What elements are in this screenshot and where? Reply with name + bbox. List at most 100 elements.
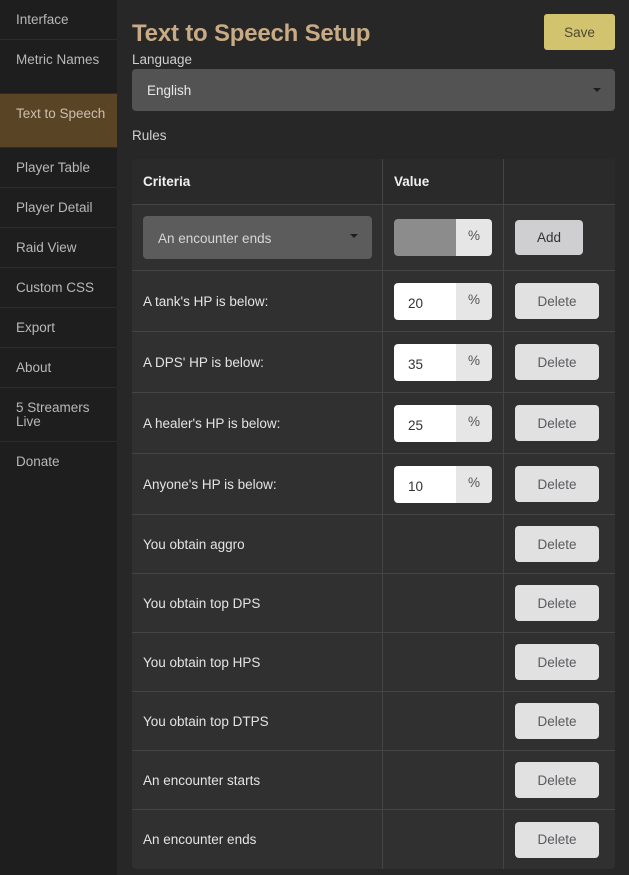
delete-rule-button[interactable]: Delete (515, 644, 599, 680)
sidebar-item-about[interactable]: About (0, 348, 117, 388)
criteria-cell: An encounter starts (132, 751, 383, 809)
value-cell (383, 574, 504, 632)
rules-label: Rules (132, 128, 167, 143)
table-row: You obtain top DPS Delete (132, 574, 615, 633)
rules-table: Criteria Value An encounter ends % Add A… (132, 159, 615, 869)
percent-suffix: % (456, 219, 492, 256)
table-row: Anyone's HP is below:% Delete (132, 454, 615, 515)
value-cell (383, 692, 504, 750)
action-cell: Delete (504, 454, 615, 514)
percent-suffix: % (456, 343, 492, 381)
sidebar-item-interface[interactable]: Interface (0, 0, 117, 40)
table-row: A healer's HP is below:% Delete (132, 393, 615, 454)
caret-down-icon (593, 88, 601, 92)
caret-down-icon (350, 234, 358, 238)
sidebar: Interface Metric Names Text to Speech Pl… (0, 0, 117, 875)
sidebar-item-donate[interactable]: Donate (0, 442, 117, 482)
criteria-text: You obtain top DPS (143, 595, 261, 611)
value-input-group: % (394, 282, 492, 320)
value-input-group: % (394, 404, 492, 442)
action-cell: Delete (504, 393, 615, 453)
criteria-select[interactable]: An encounter ends (143, 216, 372, 259)
criteria-selected-value: An encounter ends (158, 231, 272, 246)
table-row: You obtain top DTPS Delete (132, 692, 615, 751)
sidebar-item-raid-view[interactable]: Raid View (0, 228, 117, 268)
delete-rule-button[interactable]: Delete (515, 585, 599, 621)
action-cell: Delete (504, 574, 615, 632)
value-cell: % (383, 332, 504, 392)
value-cell: % (383, 271, 504, 331)
save-button[interactable]: Save (544, 14, 615, 50)
sidebar-item-custom-css[interactable]: Custom CSS (0, 268, 117, 308)
column-header-criteria: Criteria (132, 159, 383, 204)
percent-suffix: % (456, 282, 492, 320)
sidebar-item-player-table[interactable]: Player Table (0, 148, 117, 188)
page-title: Text to Speech Setup (132, 20, 371, 47)
delete-rule-button[interactable]: Delete (515, 821, 599, 858)
table-row: An encounter starts Delete (132, 751, 615, 810)
action-cell: Delete (504, 751, 615, 809)
criteria-text: A tank's HP is below: (143, 293, 269, 309)
delete-rule-button[interactable]: Delete (515, 762, 599, 798)
delete-rule-button[interactable]: Delete (515, 703, 599, 739)
value-input-group: % (394, 343, 492, 381)
new-rule-value-group: % (394, 219, 492, 256)
criteria-text: You obtain aggro (143, 536, 245, 552)
criteria-cell: You obtain top DPS (132, 574, 383, 632)
sidebar-item-metric-names[interactable]: Metric Names (0, 40, 117, 94)
value-input[interactable] (394, 343, 456, 381)
criteria-cell: A healer's HP is below: (132, 393, 383, 453)
value-cell: % (383, 393, 504, 453)
criteria-cell: A DPS' HP is below: (132, 332, 383, 392)
action-cell: Delete (504, 515, 615, 573)
language-select[interactable]: English (132, 69, 615, 111)
new-rule-criteria-cell: An encounter ends (132, 205, 383, 270)
value-cell (383, 810, 504, 869)
criteria-cell: You obtain aggro (132, 515, 383, 573)
percent-suffix: % (456, 404, 492, 442)
column-header-actions (504, 159, 615, 204)
language-selected-value: English (147, 83, 192, 98)
table-header: Criteria Value (132, 159, 615, 205)
new-rule-value-input[interactable] (394, 219, 456, 256)
value-cell (383, 515, 504, 573)
action-cell: Delete (504, 271, 615, 331)
delete-rule-button[interactable]: Delete (515, 526, 599, 562)
action-cell: Delete (504, 332, 615, 392)
criteria-text: An encounter starts (143, 772, 261, 788)
table-row: You obtain top HPS Delete (132, 633, 615, 692)
sidebar-item-export[interactable]: Export (0, 308, 117, 348)
criteria-cell: A tank's HP is below: (132, 271, 383, 331)
criteria-cell: Anyone's HP is below: (132, 454, 383, 514)
criteria-text: A DPS' HP is below: (143, 354, 264, 370)
delete-rule-button[interactable]: Delete (515, 344, 599, 380)
sidebar-item-text-to-speech[interactable]: Text to Speech (0, 94, 117, 148)
percent-suffix: % (456, 465, 492, 503)
criteria-text: An encounter ends (143, 832, 257, 847)
action-cell: Delete (504, 810, 615, 869)
value-input[interactable] (394, 404, 456, 442)
table-row: A DPS' HP is below:% Delete (132, 332, 615, 393)
value-cell (383, 633, 504, 691)
sidebar-item-player-detail[interactable]: Player Detail (0, 188, 117, 228)
delete-rule-button[interactable]: Delete (515, 405, 599, 441)
criteria-text: A healer's HP is below: (143, 415, 281, 431)
value-input[interactable] (394, 465, 456, 503)
table-row: A tank's HP is below:% Delete (132, 271, 615, 332)
criteria-cell: An encounter ends (132, 810, 383, 869)
table-row: You obtain aggro Delete (132, 515, 615, 574)
sidebar-item-streamers-live[interactable]: 5 Streamers Live (0, 388, 117, 442)
main-content: Text to Speech Setup Save Language Engli… (117, 0, 629, 875)
criteria-text: You obtain top DTPS (143, 713, 269, 729)
add-rule-button[interactable]: Add (515, 220, 583, 255)
action-cell: Delete (504, 633, 615, 691)
delete-rule-button[interactable]: Delete (515, 283, 599, 319)
delete-rule-button[interactable]: Delete (515, 466, 599, 502)
value-input-group: % (394, 465, 492, 503)
criteria-cell: You obtain top HPS (132, 633, 383, 691)
table-row: An encounter ends Delete (132, 810, 615, 869)
value-input[interactable] (394, 282, 456, 320)
value-cell: % (383, 454, 504, 514)
column-header-value: Value (383, 159, 504, 204)
new-rule-row: An encounter ends % Add (132, 205, 615, 271)
